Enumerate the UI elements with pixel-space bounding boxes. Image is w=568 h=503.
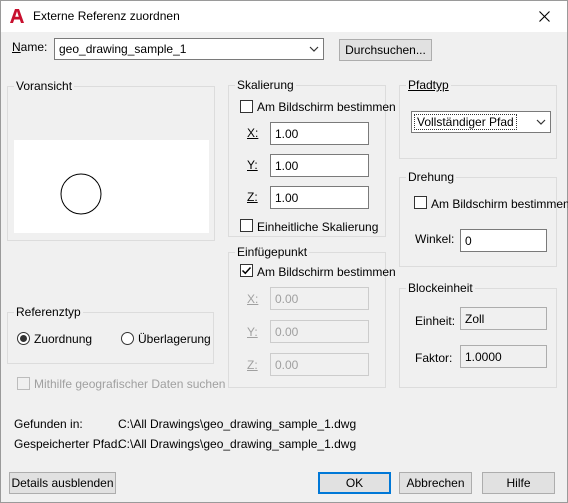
insert-z-value: 0.00 [275,358,299,372]
factor-label: Faktor: [415,351,453,365]
insert-x-input[interactable]: 0.00 [270,287,369,310]
scale-x-label: X: [247,126,259,140]
dialog-window: Externe Referenz zuordnen Name: geo_draw… [0,0,568,503]
scaling-title: Skalierung [235,78,296,92]
insert-z-input[interactable]: 0.00 [270,353,369,376]
name-dropdown[interactable]: geo_drawing_sample_1 [54,38,324,60]
unit-value: Zoll [465,312,485,326]
scale-y-value: 1.00 [275,159,299,173]
uniform-scale-checkbox[interactable] [240,219,253,232]
path-type-value: Vollständiger Pfad [414,114,517,130]
close-icon [538,11,550,22]
block-unit-title: Blockeinheit [406,281,475,295]
angle-value: 0 [465,234,472,248]
scaling-on-screen-label: Am Bildschirm bestimmen [257,100,396,114]
cancel-button[interactable]: Abbrechen [399,472,472,494]
name-dropdown-value: geo_drawing_sample_1 [59,42,187,56]
preview-title: Voransicht [14,79,75,93]
browse-button[interactable]: Durchsuchen... [339,39,432,61]
insert-y-label: Y: [247,325,258,339]
radio-attach-label: Zuordnung [34,332,93,346]
rotation-title: Drehung [406,170,457,184]
reference-type-title: Referenztyp [14,305,83,319]
insert-y-input[interactable]: 0.00 [270,320,369,343]
scale-x-value: 1.00 [275,127,299,141]
radio-overlay[interactable] [121,332,134,345]
preview-canvas [14,140,209,233]
path-type-title: Pfadtyp [406,78,451,92]
ok-button[interactable]: OK [318,472,391,494]
geo-data-label: Mithilfe geografischer Daten suchen [34,377,226,391]
angle-input[interactable]: 0 [460,229,547,252]
preview-drawing [60,173,102,215]
title-bar: Externe Referenz zuordnen [1,1,567,32]
radio-overlay-label: Überlagerung [138,332,211,346]
scaling-on-screen-checkbox[interactable] [240,100,253,113]
rotation-on-screen-label: Am Bildschirm bestimmen [431,197,568,211]
insertion-on-screen-checkbox[interactable] [240,264,253,277]
insert-z-label: Z: [247,358,258,372]
rotation-group: Drehung [399,170,557,267]
scale-z-input[interactable]: 1.00 [270,186,369,209]
factor-value: 1.0000 [465,350,502,364]
found-in-value: C:\All Drawings\geo_drawing_sample_1.dwg [118,417,357,431]
uniform-scale-label: Einheitliche Skalierung [257,220,379,234]
chevron-down-icon [309,46,319,52]
saved-path-value: C:\All Drawings\geo_drawing_sample_1.dwg [118,437,357,451]
checkmark-icon [241,266,252,275]
rotation-on-screen-checkbox[interactable] [414,196,427,209]
help-button[interactable]: Hilfe [482,472,555,494]
insert-x-value: 0.00 [275,292,299,306]
preview-circle-shape [60,173,102,215]
insert-y-value: 0.00 [275,325,299,339]
insertion-on-screen-label: Am Bildschirm bestimmen [257,265,396,279]
unit-label: Einheit: [415,314,456,328]
scale-y-label: Y: [247,158,258,172]
autocad-logo-icon [10,9,24,23]
factor-field: 1.0000 [460,345,547,368]
name-label-rest: ame: [20,40,48,54]
chevron-down-icon [536,119,546,125]
unit-field: Zoll [460,307,547,330]
name-label: Name: [12,40,48,54]
block-unit-group: Blockeinheit [399,281,557,388]
saved-path-label: Gespeicherter Pfad: [14,437,121,451]
path-type-dropdown[interactable]: Vollständiger Pfad [411,111,551,133]
radio-attach[interactable] [17,332,30,345]
insertion-point-title: Einfügepunkt [235,245,310,259]
radio-attach-dot [20,335,27,342]
details-toggle-button[interactable]: Details ausblenden [9,472,116,494]
window-title: Externe Referenz zuordnen [33,9,180,23]
scale-y-input[interactable]: 1.00 [270,154,369,177]
insert-x-label: X: [247,292,259,306]
geo-data-checkbox[interactable] [17,377,30,390]
scale-x-input[interactable]: 1.00 [270,122,369,145]
found-in-label: Gefunden in: [14,417,83,431]
angle-label: Winkel: [415,232,455,246]
scale-z-value: 1.00 [275,191,299,205]
close-button[interactable] [521,1,567,32]
scale-z-label: Z: [247,190,258,204]
